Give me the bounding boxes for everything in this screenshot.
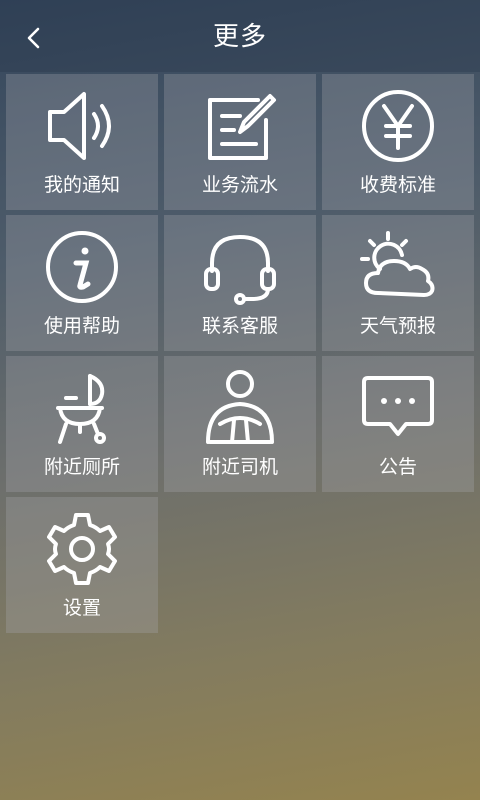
menu-item-announcements[interactable]: 公告: [322, 356, 474, 492]
menu-item-transactions[interactable]: 业务流水: [164, 74, 316, 210]
gear-icon: [42, 509, 122, 589]
yen-icon: [358, 86, 438, 166]
menu-item-settings[interactable]: 设置: [6, 497, 158, 633]
speaker-icon: [42, 86, 122, 166]
toilet-icon: [42, 368, 122, 448]
menu-item-customer-service[interactable]: 联系客服: [164, 215, 316, 351]
info-icon: [42, 227, 122, 307]
menu-item-label: 公告: [378, 456, 417, 478]
menu-item-fee-standard[interactable]: 收费标准: [322, 74, 474, 210]
header-bar: 更多: [0, 0, 480, 72]
chat-bubble-icon: [358, 368, 438, 448]
menu-item-weather[interactable]: 天气预报: [322, 215, 474, 351]
menu-item-label: 附近厕所: [43, 456, 120, 478]
menu-item-label: 联系客服: [201, 315, 278, 337]
menu-item-label: 业务流水: [201, 174, 278, 196]
menu-item-label: 天气预报: [359, 315, 436, 337]
menu-item-label: 设置: [62, 597, 101, 619]
menu-item-nearby-toilets[interactable]: 附近厕所: [6, 356, 158, 492]
menu-item-label: 使用帮助: [43, 315, 120, 337]
menu-grid: 我的通知 业务流水 收费标准 使用帮助 联系客服 天气预报 附近厕所 附近司机 …: [6, 74, 474, 633]
weather-icon: [358, 227, 438, 307]
menu-item-help[interactable]: 使用帮助: [6, 215, 158, 351]
edit-note-icon: [200, 86, 280, 166]
menu-item-notifications[interactable]: 我的通知: [6, 74, 158, 210]
menu-item-label: 收费标准: [359, 174, 436, 196]
headset-icon: [200, 227, 280, 307]
menu-item-nearby-drivers[interactable]: 附近司机: [164, 356, 316, 492]
menu-item-label: 我的通知: [43, 174, 120, 196]
page-title: 更多: [212, 22, 267, 52]
driver-icon: [200, 368, 280, 448]
menu-item-label: 附近司机: [201, 456, 278, 478]
